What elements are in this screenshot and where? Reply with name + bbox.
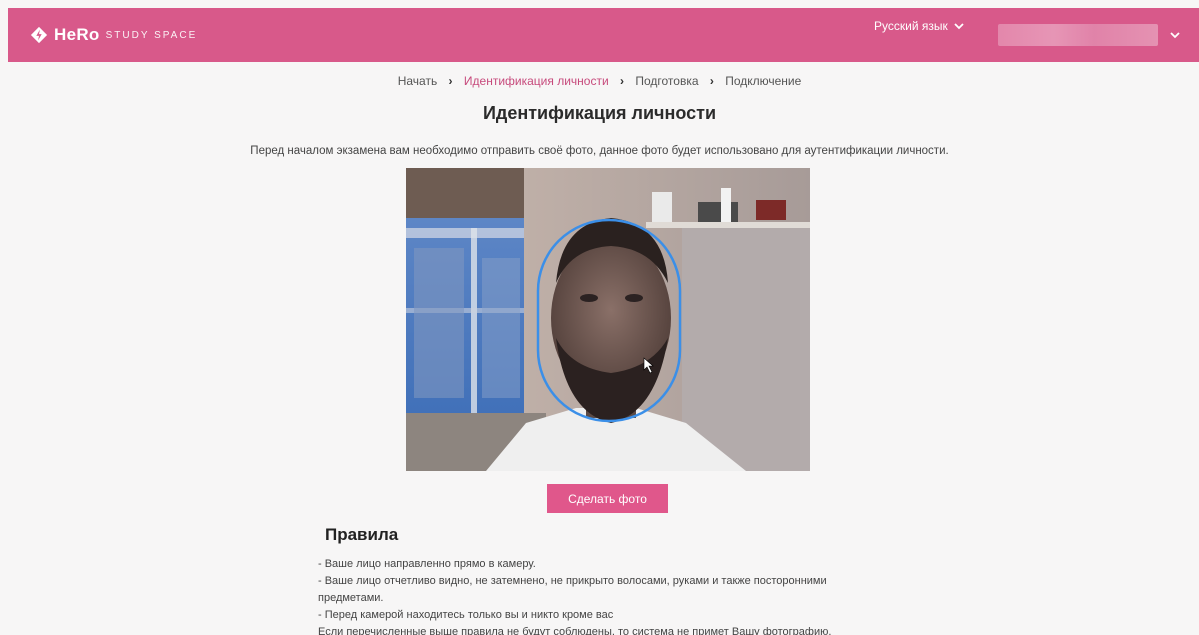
logo[interactable]: HeRo STUDY SPACE	[30, 25, 197, 45]
brand-name: HeRo	[54, 25, 100, 44]
hero-logo-icon	[30, 26, 48, 44]
chevron-right-icon: ›	[448, 74, 453, 88]
rule-item: предметами.	[318, 592, 384, 604]
page-title: Идентификация личности	[482, 103, 717, 123]
rule-item: Если перечисленные выше правила не будут…	[318, 626, 832, 635]
take-photo-button[interactable]: Сделать фото	[547, 484, 668, 513]
chevron-down-icon	[954, 22, 964, 29]
chevron-right-icon: ›	[620, 74, 624, 88]
camera-feed-image	[406, 168, 810, 471]
rule-item: - Перед камерой находитесь только вы и н…	[318, 609, 614, 621]
rules-list: - Ваше лицо направленно прямо в камеру. …	[318, 556, 878, 635]
rule-item: - Ваше лицо отчетливо видно, не затемнен…	[318, 575, 827, 587]
language-selector[interactable]: Русский язык	[874, 19, 964, 33]
intro-text: Перед началом экзамена вам необходимо от…	[250, 145, 949, 157]
chevron-down-icon	[1170, 31, 1180, 38]
brand-subtitle: STUDY SPACE	[105, 29, 198, 41]
chevron-right-icon: ›	[709, 74, 714, 88]
rule-item: - Ваше лицо направленно прямо в камеру.	[318, 558, 536, 570]
breadcrumb-item-connection[interactable]: Подключение	[725, 74, 801, 88]
top-header: HeRo STUDY SPACE Русский язык	[8, 8, 1199, 62]
breadcrumb: Начать › Идентификация личности › Подгот…	[0, 74, 1199, 88]
rules-heading: Правила	[325, 525, 399, 544]
breadcrumb-item-identification[interactable]: Идентификация личности	[464, 74, 609, 88]
breadcrumb-item-start[interactable]: Начать	[398, 74, 438, 88]
language-label: Русский язык	[874, 19, 948, 33]
user-menu[interactable]	[998, 18, 1184, 52]
app-frame: HeRo STUDY SPACE Русский язык Начать › И…	[0, 0, 1199, 635]
breadcrumb-item-preparation[interactable]: Подготовка	[635, 74, 698, 88]
user-name-redacted	[998, 24, 1158, 46]
camera-preview	[406, 168, 810, 471]
